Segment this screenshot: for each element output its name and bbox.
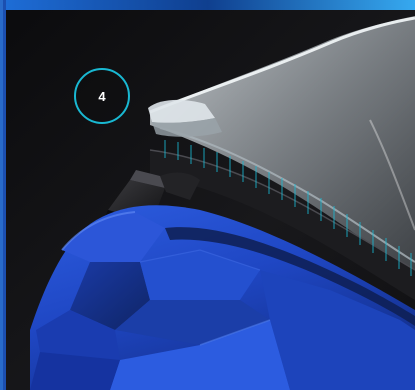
product-photo-panel: 4 — [0, 0, 415, 390]
helmet-visor-photo — [0, 0, 415, 390]
callout-badge: 4 — [74, 68, 130, 124]
callout-number: 4 — [98, 88, 106, 104]
